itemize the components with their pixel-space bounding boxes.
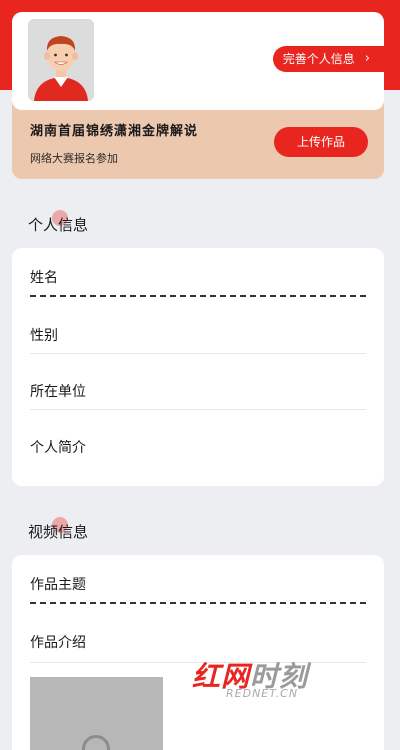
profile-header: 完善个人信息 › bbox=[12, 12, 384, 110]
contest-title: 湖南首届锦绣潇湘金牌解说 bbox=[30, 124, 199, 139]
field-organization[interactable]: 所在单位 bbox=[30, 381, 366, 401]
field-bio[interactable]: 个人简介 bbox=[30, 437, 366, 457]
personal-section-title: 个人信息 bbox=[28, 210, 88, 235]
divider bbox=[30, 409, 366, 410]
complete-profile-label: 完善个人信息 bbox=[282, 52, 355, 66]
divider bbox=[30, 295, 366, 297]
video-section-title: 视频信息 bbox=[28, 517, 88, 542]
field-work-intro[interactable]: 作品介绍 bbox=[30, 632, 366, 652]
field-gender[interactable]: 性别 bbox=[30, 325, 366, 345]
watermark-domain: REDNET.CN bbox=[226, 687, 299, 700]
upload-ring-icon bbox=[82, 735, 110, 750]
user-avatar-icon[interactable] bbox=[28, 19, 94, 101]
rednet-watermark: 红网时刻 REDNET.CN bbox=[192, 655, 342, 705]
field-work-theme[interactable]: 作品主题 bbox=[30, 574, 366, 594]
personal-info-panel: 姓名 性别 所在单位 个人简介 bbox=[12, 248, 384, 486]
complete-profile-button[interactable]: 完善个人信息 › bbox=[272, 46, 384, 72]
contest-subtitle: 网络大赛报名参加 bbox=[30, 152, 118, 165]
upload-work-button[interactable]: 上传作品 bbox=[274, 127, 368, 157]
divider bbox=[30, 602, 366, 604]
video-upload-placeholder[interactable] bbox=[30, 677, 163, 750]
video-info-panel: 作品主题 作品介绍 bbox=[12, 555, 384, 750]
chevron-right-icon: › bbox=[364, 51, 370, 66]
profile-card: 完善个人信息 › 湖南首届锦绣潇湘金牌解说 网络大赛报名参加 上传作品 bbox=[12, 12, 384, 179]
divider bbox=[30, 353, 366, 354]
field-name[interactable]: 姓名 bbox=[30, 267, 366, 287]
